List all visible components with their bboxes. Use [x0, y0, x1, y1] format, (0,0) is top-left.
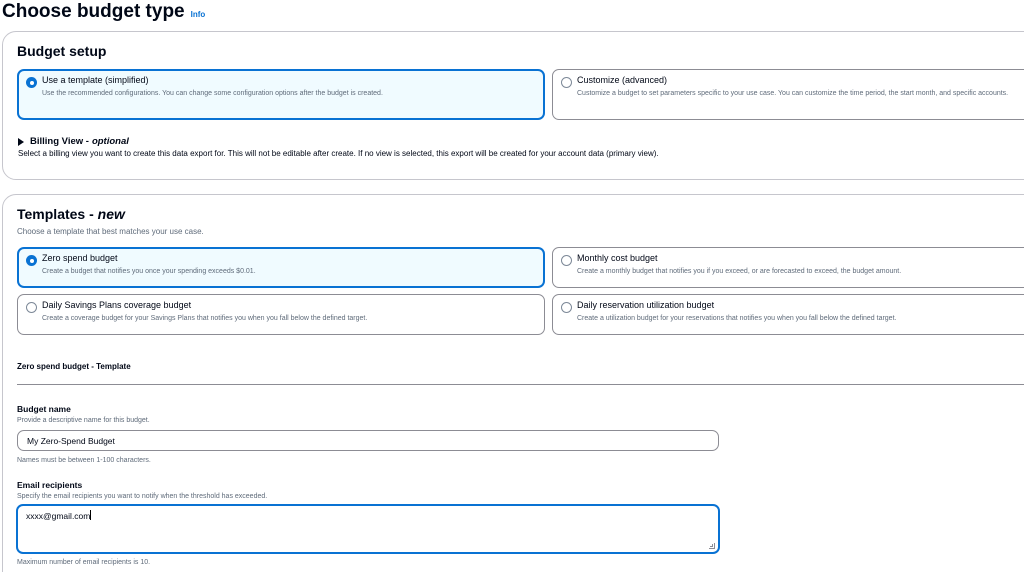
- budget-name-constraint: Names must be between 1-100 characters.: [17, 457, 151, 464]
- billing-view-description: Select a billing view you want to create…: [18, 149, 659, 158]
- template-monthly-cost[interactable]: Monthly cost budget Create a monthly bud…: [552, 247, 1024, 288]
- budget-name-input[interactable]: [17, 430, 719, 451]
- template-reservation-utilization[interactable]: Daily reservation utilization budget Cre…: [552, 294, 1024, 335]
- template-reservation-utilization-desc: Create a utilization budget for your res…: [577, 315, 897, 322]
- email-recipients-textarea[interactable]: xxxx@gmail.com: [16, 504, 720, 554]
- email-recipients-label: Email recipients: [17, 480, 83, 490]
- template-zero-spend-title: Zero spend budget: [42, 253, 118, 263]
- template-zero-spend[interactable]: Zero spend budget Create a budget that n…: [17, 247, 545, 288]
- budget-name-label: Budget name: [17, 404, 71, 414]
- billing-view-toggle[interactable]: Billing View - optional: [18, 136, 659, 147]
- template-zero-spend-desc: Create a budget that notifies you once y…: [42, 268, 256, 275]
- template-savings-plans[interactable]: Daily Savings Plans coverage budget Crea…: [17, 294, 545, 335]
- radio-reservation-utilization[interactable]: [561, 302, 572, 313]
- email-recipients-value: xxxx@gmail.com: [26, 511, 91, 521]
- templates-subtext: Choose a template that best matches your…: [17, 227, 204, 236]
- radio-zero-spend[interactable]: [26, 255, 37, 266]
- email-recipients-constraint: Maximum number of email recipients is 10…: [17, 559, 151, 566]
- caret-right-icon: [18, 137, 24, 146]
- template-reservation-utilization-title: Daily reservation utilization budget: [577, 300, 715, 310]
- budget-setup-panel: Budget setup Use a template (simplified)…: [2, 31, 1024, 180]
- info-link[interactable]: Info: [191, 10, 206, 19]
- templates-heading: Templates - new: [17, 206, 125, 222]
- email-recipients-description: Specify the email recipients you want to…: [17, 493, 268, 500]
- templates-new-badge: new: [97, 206, 125, 222]
- resize-handle-icon[interactable]: [709, 543, 715, 549]
- template-monthly-cost-desc: Create a monthly budget that notifies yo…: [577, 268, 902, 275]
- billing-view-section: Billing View - optional Select a billing…: [18, 136, 659, 158]
- budget-name-description: Provide a descriptive name for this budg…: [17, 417, 150, 424]
- templates-heading-text: Templates -: [17, 206, 94, 222]
- template-savings-plans-title: Daily Savings Plans coverage budget: [42, 300, 192, 310]
- template-section-heading: Zero spend budget - Template: [17, 362, 131, 371]
- radio-customize[interactable]: [561, 77, 572, 88]
- billing-view-label: Billing View -: [30, 136, 89, 147]
- radio-monthly-cost[interactable]: [561, 255, 572, 266]
- template-savings-plans-desc: Create a coverage budget for your Saving…: [42, 315, 368, 322]
- option-use-template-title: Use a template (simplified): [42, 75, 149, 85]
- divider: [17, 384, 1024, 385]
- option-customize[interactable]: Customize (advanced) Customize a budget …: [552, 69, 1024, 120]
- option-customize-desc: Customize a budget to set parameters spe…: [577, 90, 1009, 97]
- page-title: Choose budget type: [2, 1, 185, 22]
- billing-view-optional: optional: [91, 136, 129, 147]
- option-use-template-desc: Use the recommended configurations. You …: [42, 90, 383, 97]
- option-customize-title: Customize (advanced): [577, 75, 668, 85]
- radio-savings-plans[interactable]: [26, 302, 37, 313]
- option-use-template[interactable]: Use a template (simplified) Use the reco…: [17, 69, 545, 120]
- radio-use-template[interactable]: [26, 77, 37, 88]
- budget-setup-heading: Budget setup: [17, 43, 107, 59]
- page-header: Choose budget type Info: [2, 0, 205, 24]
- text-caret: [90, 510, 92, 520]
- templates-panel: Templates - new Choose a template that b…: [2, 194, 1024, 572]
- template-monthly-cost-title: Monthly cost budget: [577, 253, 658, 263]
